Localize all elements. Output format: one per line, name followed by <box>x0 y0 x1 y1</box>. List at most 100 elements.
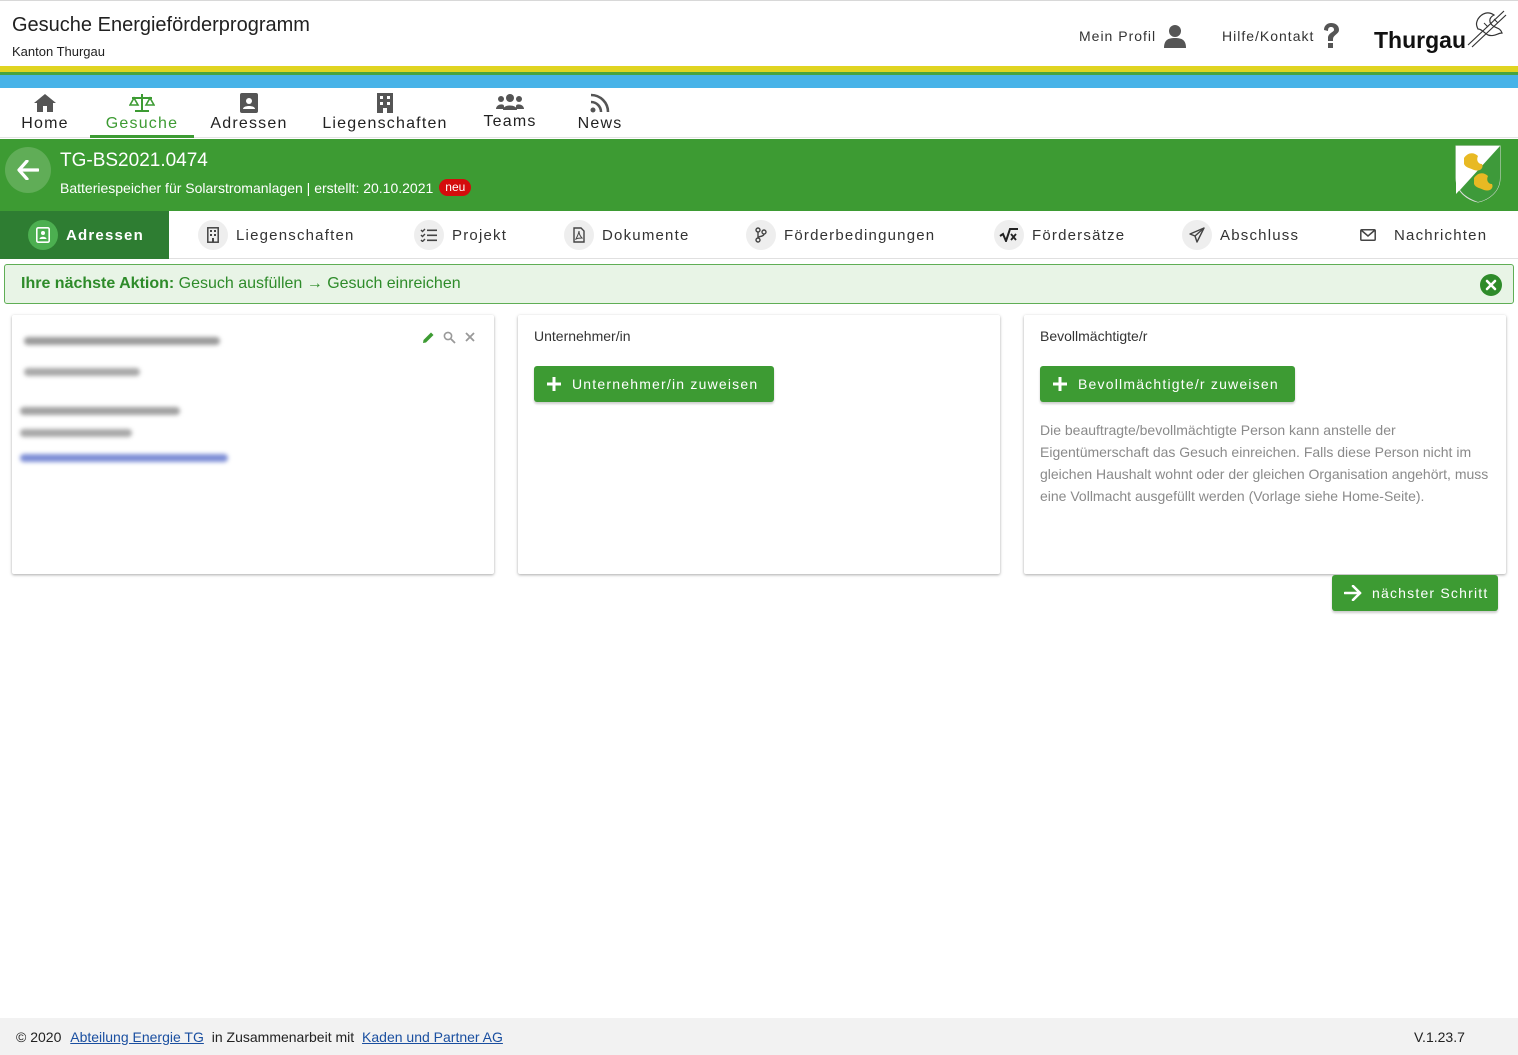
tab-abschluss-label: Abschluss <box>1220 226 1300 244</box>
search-icon[interactable] <box>443 331 456 344</box>
next-step-label: nächster Schritt <box>1372 585 1489 601</box>
nav-teams[interactable]: Teams <box>474 88 546 138</box>
footer: © 2020 Abteilung Energie TG in Zusammena… <box>0 1018 1518 1055</box>
edit-pencil-icon[interactable] <box>422 331 435 344</box>
request-header-bar: TG-BS2021.0474 Batteriespeicher für Sola… <box>0 139 1518 211</box>
tab-foerderbedingungen-label: Förderbedingungen <box>784 226 936 244</box>
redacted-city <box>20 429 132 437</box>
contact-icon <box>240 93 258 113</box>
checklist-icon <box>414 220 444 250</box>
arrow-right-icon <box>1344 585 1362 601</box>
assign-authorized-label: Bevollmächtigte/r zuweisen <box>1078 376 1279 392</box>
tab-projekt-label: Projekt <box>452 226 508 244</box>
app-version: V.1.23.7 <box>1414 1029 1465 1045</box>
help-link[interactable]: Hilfe/Kontakt <box>1222 23 1340 49</box>
lion-logo-icon <box>1467 10 1507 48</box>
help-label: Hilfe/Kontakt <box>1222 28 1315 44</box>
user-icon <box>1164 25 1187 48</box>
assign-contractor-label: Unternehmer/in zuweisen <box>572 376 759 392</box>
tab-foerderbedingungen[interactable]: Förderbedingungen <box>746 211 935 259</box>
footer-middle-text: in Zusammenarbeit mit <box>211 1029 355 1045</box>
pdf-icon <box>564 220 594 250</box>
tab-adressen[interactable]: Adressen <box>0 211 169 259</box>
nav-home-label: Home <box>21 115 69 132</box>
tab-dokumente[interactable]: Dokumente <box>564 211 690 259</box>
redacted-line <box>24 368 140 376</box>
tab-liegenschaften[interactable]: Liegenschaften <box>198 211 355 259</box>
rss-icon <box>590 93 610 113</box>
tab-nachrichten[interactable]: Nachrichten <box>1358 211 1487 259</box>
back-button[interactable] <box>5 147 51 193</box>
next-action-text: Ihre nächste Aktion: Gesuch ausfüllen → … <box>21 275 461 293</box>
coat-of-arms-icon <box>1455 145 1501 203</box>
tab-abschluss[interactable]: Abschluss <box>1182 211 1299 259</box>
next-action-banner: Ihre nächste Aktion: Gesuch ausfüllen → … <box>4 264 1514 304</box>
users-icon <box>496 94 524 110</box>
tab-adressen-label: Adressen <box>66 226 144 244</box>
status-badge: neu <box>439 179 472 196</box>
assign-authorized-button[interactable]: Bevollmächtigte/r zuweisen <box>1040 366 1295 402</box>
home-icon <box>34 94 56 112</box>
nav-gesuche-label: Gesuche <box>105 115 179 132</box>
app-subtitle: Kanton Thurgau <box>12 44 105 59</box>
building-icon <box>377 93 393 113</box>
nav-liegenschaften[interactable]: Liegenschaften <box>312 88 458 138</box>
question-icon <box>1324 23 1340 48</box>
redacted-address <box>20 407 180 415</box>
redacted-name <box>24 337 220 345</box>
contractor-card: Unternehmer/in Unternehmer/in zuweisen <box>518 315 1000 574</box>
close-circle-icon[interactable] <box>1480 274 1502 296</box>
request-subtitle-row: Batteriespeicher für Solarstromanlagen |… <box>60 179 472 196</box>
nav-teams-label: Teams <box>483 113 537 130</box>
footer-copyright: © 2020 <box>16 1029 62 1045</box>
request-subtitle: Batteriespeicher für Solarstromanlagen |… <box>60 179 434 196</box>
next-step-button[interactable]: nächster Schritt <box>1332 575 1498 611</box>
formula-icon <box>994 220 1024 250</box>
nav-home[interactable]: Home <box>12 88 78 138</box>
nav-liegenschaften-label: Liegenschaften <box>322 115 448 132</box>
building-icon <box>198 220 228 250</box>
branch-icon <box>746 220 776 250</box>
tab-foerdersaetze[interactable]: Fördersätze <box>994 211 1125 259</box>
tab-foerdersaetze-label: Fördersätze <box>1032 226 1126 244</box>
nav-news-label: News <box>577 115 623 132</box>
plus-icon <box>547 377 561 391</box>
nav-gesuche[interactable]: Gesuche <box>90 88 194 138</box>
contact-icon <box>28 220 58 250</box>
profile-label: Mein Profil <box>1079 28 1157 44</box>
app-title: Gesuche Energieförderprogramm <box>12 14 310 36</box>
owner-card <box>12 315 494 574</box>
authorized-help-text: Die beauftragte/bevollmächtigte Person k… <box>1040 422 1489 504</box>
brand-logo-text: Thurgau <box>1374 27 1466 53</box>
plus-icon <box>1053 377 1067 391</box>
contractor-label: Unternehmer/in <box>534 328 631 344</box>
request-id: TG-BS2021.0474 <box>60 150 208 171</box>
send-icon <box>1182 220 1212 250</box>
next-action-prefix: Ihre nächste Aktion: <box>21 275 175 292</box>
profile-link[interactable]: Mein Profil <box>1079 23 1187 49</box>
nav-adressen[interactable]: Adressen <box>202 88 296 138</box>
footer-link-energie[interactable]: Abteilung Energie TG <box>70 1029 204 1045</box>
arrow-left-icon <box>17 160 39 180</box>
tab-dokumente-label: Dokumente <box>602 226 690 244</box>
nav-news[interactable]: News <box>568 88 632 138</box>
nav-adressen-label: Adressen <box>210 115 288 132</box>
authorized-card: Bevollmächtigte/r Bevollmächtigte/r zuwe… <box>1024 315 1506 574</box>
main-nav: Home Gesuche Adressen Liegenschaften Tea… <box>0 88 1518 138</box>
authorized-label: Bevollmächtigte/r <box>1040 328 1148 344</box>
owner-card-tools <box>422 331 476 344</box>
app-header: Gesuche Energieförderprogramm Kanton Thu… <box>0 0 1518 66</box>
next-action-steps: Gesuch ausfüllen → Gesuch einreichen <box>178 275 461 292</box>
redacted-email <box>20 454 228 462</box>
stripe-blue <box>0 75 1518 88</box>
tab-projekt[interactable]: Projekt <box>414 211 507 259</box>
request-tabs: Adressen Liegenschaften Projekt Dokument… <box>0 211 1518 259</box>
scale-icon <box>129 94 155 112</box>
footer-credits: © 2020 Abteilung Energie TG in Zusammena… <box>16 1029 503 1045</box>
tab-nachrichten-label: Nachrichten <box>1394 226 1488 244</box>
mail-icon <box>1358 220 1378 250</box>
tab-liegenschaften-label: Liegenschaften <box>236 226 355 244</box>
remove-x-icon[interactable] <box>464 331 476 344</box>
assign-contractor-button[interactable]: Unternehmer/in zuweisen <box>534 366 775 402</box>
footer-link-kaden[interactable]: Kaden und Partner AG <box>362 1029 503 1045</box>
